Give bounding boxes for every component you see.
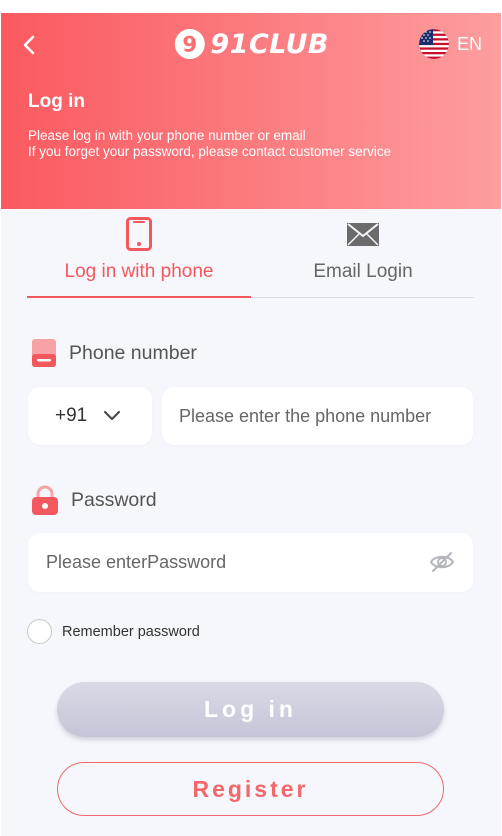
- country-code-select[interactable]: +91: [28, 387, 152, 445]
- tab-email-login[interactable]: Email Login: [251, 209, 475, 301]
- us-flag-icon: [419, 29, 449, 59]
- login-button[interactable]: Log in: [57, 682, 444, 737]
- language-selector[interactable]: EN: [419, 29, 482, 59]
- header: 9 91CLUB EN Log in Please log in with yo…: [1, 13, 501, 209]
- logo: 9 91CLUB: [173, 25, 329, 63]
- logo-digit: 9: [182, 33, 197, 58]
- chevron-down-icon: [104, 411, 121, 420]
- login-method-tabs: Log in with phone Email Login: [27, 209, 474, 301]
- phone-number-input[interactable]: Please enter the phone number: [162, 387, 473, 445]
- password-label: Password: [31, 485, 157, 515]
- chevron-left-icon: [23, 35, 35, 55]
- remember-password-label: Remember password: [62, 623, 200, 640]
- lock-icon: [32, 485, 58, 515]
- phone-number-placeholder: Please enter the phone number: [179, 405, 432, 426]
- tab-phone-login[interactable]: Log in with phone: [27, 209, 251, 301]
- tab-phone-label: Log in with phone: [64, 261, 214, 282]
- register-button[interactable]: Register: [57, 762, 444, 816]
- tab-email-label: Email Login: [313, 261, 413, 282]
- language-label: EN: [457, 33, 483, 54]
- description-line-2: If you forget your password, please cont…: [28, 144, 392, 159]
- login-page: 9 91CLUB EN Log in Please log in with yo…: [1, 13, 501, 836]
- active-tab-indicator: [27, 296, 251, 298]
- toggle-password-visibility[interactable]: [429, 550, 455, 579]
- smartphone-icon: [126, 217, 152, 251]
- back-button[interactable]: [19, 33, 41, 57]
- remember-password-toggle[interactable]: Remember password: [27, 619, 200, 644]
- description-line-1: Please log in with your phone number or …: [28, 128, 306, 143]
- password-input[interactable]: Please enterPassword: [28, 533, 473, 592]
- envelope-icon: [347, 223, 379, 246]
- logo-text: 91CLUB: [210, 28, 329, 60]
- password-label-text: Password: [71, 488, 157, 511]
- page-title: Log in: [28, 91, 85, 112]
- eye-off-icon: [429, 552, 455, 572]
- header-description: Please log in with your phone number or …: [28, 128, 391, 160]
- remember-password-radio[interactable]: [27, 619, 52, 644]
- password-placeholder: Please enterPassword: [46, 552, 227, 572]
- country-code-value: +91: [55, 405, 88, 426]
- phone-field-icon: [32, 339, 56, 367]
- phone-number-label: Phone number: [31, 339, 197, 367]
- logo-mark-icon: 9: [174, 28, 205, 60]
- phone-label-text: Phone number: [69, 341, 197, 364]
